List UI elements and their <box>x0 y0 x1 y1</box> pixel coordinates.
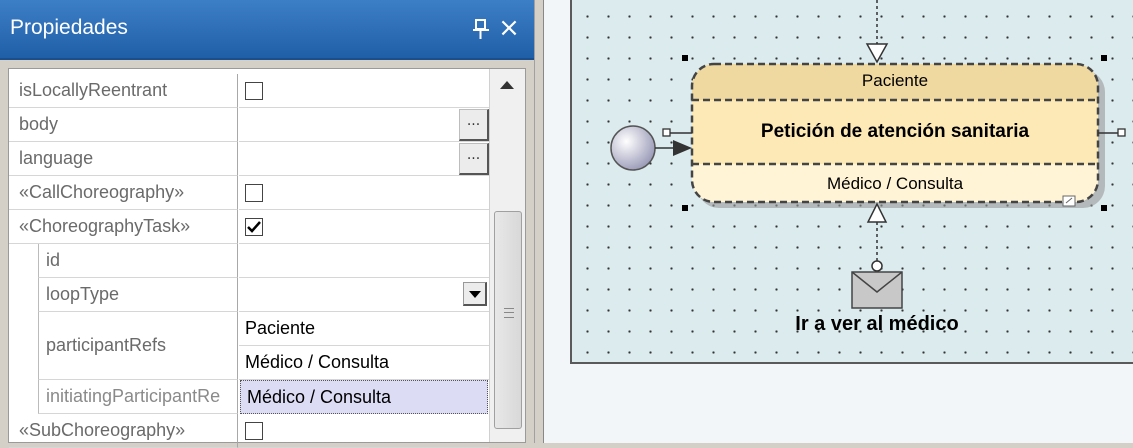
language-browse-button[interactable]: ... <box>459 143 489 175</box>
task-top-participant[interactable]: Paciente <box>692 71 1098 91</box>
property-label: loopType <box>38 278 238 312</box>
panel-title: Propiedades <box>10 16 128 39</box>
task-bottom-participant[interactable]: Médico / Consulta <box>692 174 1098 194</box>
scroll-up-arrow-icon[interactable] <box>500 81 514 89</box>
property-label: id <box>38 244 238 278</box>
subChoreography-checkbox[interactable] <box>245 422 263 440</box>
message-label[interactable]: Ir a ver al médico <box>727 313 1027 336</box>
property-value[interactable]: ... <box>239 142 489 176</box>
vertical-scrollbar[interactable] <box>489 69 525 442</box>
id-value[interactable] <box>239 244 489 278</box>
property-value <box>239 210 489 244</box>
property-row-id: id <box>9 244 489 278</box>
property-label: «ChoreographyTask» <box>9 210 238 244</box>
property-row-body: body ... <box>9 108 489 142</box>
choreographyTask-checkbox[interactable] <box>245 218 263 236</box>
loopType-select[interactable] <box>239 278 489 312</box>
property-label: participantRefs <box>38 312 238 380</box>
property-row-participantRefs: participantRefs Paciente Médico / Consul… <box>9 312 489 380</box>
panel-splitter[interactable] <box>534 0 544 443</box>
property-grid: isLocallyReentrant body ... language ...… <box>8 68 526 448</box>
pin-icon[interactable] <box>472 18 490 40</box>
property-value <box>239 176 489 210</box>
property-label: «CallChoreography» <box>9 176 238 210</box>
property-value[interactable]: ... <box>239 108 489 142</box>
participantRefs-value-2[interactable]: Médico / Consulta <box>239 346 489 380</box>
chevron-down-icon[interactable] <box>463 282 487 306</box>
property-row-isLocallyReentrant: isLocallyReentrant <box>9 74 489 108</box>
property-label: initiatingParticipantRe <box>38 380 238 414</box>
panel-title-bar: Propiedades × <box>0 0 534 60</box>
initiatingParticipantRef-value[interactable]: Médico / Consulta <box>240 380 488 414</box>
callChoreography-checkbox[interactable] <box>245 184 263 202</box>
grip-icon <box>504 308 514 318</box>
property-label: isLocallyReentrant <box>9 74 238 108</box>
participantRefs-value-1[interactable]: Paciente <box>239 312 489 346</box>
task-name[interactable]: Petición de atención sanitaria <box>692 121 1098 143</box>
property-row-initiatingParticipantRef: initiatingParticipantRe Médico / Consult… <box>9 380 489 414</box>
property-row-loopType: loopType <box>9 278 489 312</box>
scroll-thumb[interactable] <box>494 211 522 429</box>
properties-panel: Propiedades × isLocallyReentrant body ..… <box>0 0 534 448</box>
property-label: body <box>9 108 238 142</box>
isLocallyReentrant-checkbox[interactable] <box>245 82 263 100</box>
property-label: language <box>9 142 238 176</box>
property-row-callChoreography: «CallChoreography» <box>9 176 489 210</box>
property-row-language: language ... <box>9 142 489 176</box>
body-browse-button[interactable]: ... <box>459 109 489 141</box>
property-row-choreographyTask: «ChoreographyTask» <box>9 210 489 244</box>
checkmark-icon <box>247 221 261 233</box>
close-icon[interactable]: × <box>498 14 520 42</box>
property-value <box>239 74 489 108</box>
